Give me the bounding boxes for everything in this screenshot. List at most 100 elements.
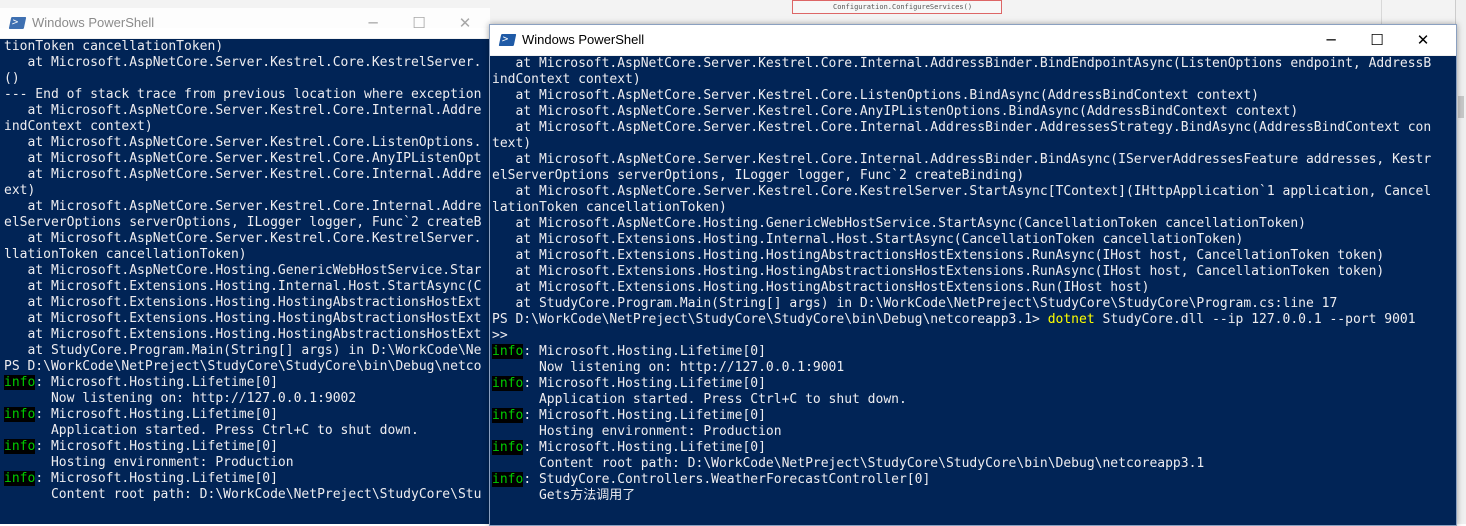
console-line: at Microsoft.Extensions.Hosting.Internal… [492,232,1456,248]
console-line: at Microsoft.AspNetCore.Server.Kestrel.C… [4,167,490,183]
background-scrollbar-thumb[interactable] [1458,96,1464,118]
console-line: Application started. Press Ctrl+C to shu… [492,392,1456,408]
close-button[interactable]: ✕ [1400,25,1446,55]
command-keyword: dotnet [1047,312,1095,327]
close-button[interactable]: ✕ [442,8,488,38]
powershell-window-front[interactable]: > Windows PowerShell ─ ☐ ✕ at Microsoft.… [489,24,1457,526]
console-line: at Microsoft.AspNetCore.Server.Kestrel.C… [4,135,490,151]
console-line: at Microsoft.AspNetCore.Server.Kestrel.C… [492,56,1456,72]
powershell-window-back[interactable]: > Windows PowerShell ─ ☐ ✕ tionToken can… [0,8,490,524]
console-text: Content root path: D:\WorkCode\NetPrejec… [492,456,1205,471]
console-line: at Microsoft.AspNetCore.Server.Kestrel.C… [4,55,490,71]
console-text: : StudyCore.Controllers.WeatherForecastC… [523,472,931,487]
console-line: at Microsoft.Extensions.Hosting.HostingA… [492,280,1456,296]
console-output[interactable]: at Microsoft.AspNetCore.Server.Kestrel.C… [490,56,1456,525]
console-text: text) [492,136,532,151]
console-line: at StudyCore.Program.Main(String[] args)… [4,343,490,359]
console-line: Now listening on: http://127.0.0.1:9001 [492,360,1456,376]
console-line: >> [492,328,1456,344]
console-line: PS D:\WorkCode\NetPreject\StudyCore\Stud… [4,359,490,375]
console-line: at Microsoft.AspNetCore.Server.Kestrel.C… [492,120,1456,136]
background-code-snippet: Configuration.ConfigureServices() [792,0,1002,14]
console-line: Application started. Press Ctrl+C to shu… [4,423,490,439]
console-text: () [4,71,20,86]
console-text: StudyCore.dll --ip 127.0.0.1 --port 9001 [1094,312,1416,327]
console-line: at Microsoft.Extensions.Hosting.HostingA… [492,264,1456,280]
console-line: info: StudyCore.Controllers.WeatherForec… [492,472,1456,488]
console-text: : Microsoft.Hosting.Lifetime[0] [35,375,278,390]
console-line: at Microsoft.Extensions.Hosting.HostingA… [4,327,490,343]
console-text: : Microsoft.Hosting.Lifetime[0] [523,376,766,391]
log-level-label: info [4,407,36,422]
console-text: >> [492,328,508,343]
console-line: tionToken cancellationToken) [4,39,490,55]
console-text: Application started. Press Ctrl+C to shu… [492,392,907,407]
console-text: Now listening on: http://127.0.0.1:9001 [492,360,845,375]
console-text: at StudyCore.Program.Main(String[] args)… [4,343,482,358]
console-line: text) [492,136,1456,152]
console-line: info: Microsoft.Hosting.Lifetime[0] [492,344,1456,360]
console-text: Gets方法调用了 [492,488,636,503]
console-line: at Microsoft.AspNetCore.Server.Kestrel.C… [492,104,1456,120]
minimize-icon: ─ [368,14,378,32]
console-text: at Microsoft.Extensions.Hosting.HostingA… [4,295,482,310]
console-text: PS D:\WorkCode\NetPreject\StudyCore\Stud… [492,312,1048,327]
console-text: at Microsoft.AspNetCore.Server.Kestrel.C… [492,104,1299,119]
console-text: Now listening on: http://127.0.0.1:9002 [4,391,357,406]
console-text: at Microsoft.AspNetCore.Server.Kestrel.C… [4,135,482,150]
maximize-button[interactable]: ☐ [1354,25,1400,55]
console-line: info: Microsoft.Hosting.Lifetime[0] [492,440,1456,456]
minimize-button[interactable]: ─ [1308,25,1354,55]
title-bar[interactable]: > Windows PowerShell ─ ☐ ✕ [490,25,1456,56]
console-text: Hosting environment: Production [4,455,294,470]
console-text: at Microsoft.AspNetCore.Server.Kestrel.C… [4,151,482,166]
console-text: : Microsoft.Hosting.Lifetime[0] [35,407,278,422]
console-text: lationToken cancellationToken) [492,200,727,215]
console-text: at Microsoft.AspNetCore.Hosting.GenericW… [4,263,482,278]
log-level-label: info [492,472,524,487]
maximize-icon: ☐ [412,14,426,32]
console-line: at Microsoft.AspNetCore.Server.Kestrel.C… [4,231,490,247]
console-text: at Microsoft.AspNetCore.Server.Kestrel.C… [492,56,1432,71]
console-line: at Microsoft.Extensions.Hosting.HostingA… [4,311,490,327]
minimize-button[interactable]: ─ [350,8,396,38]
console-line: at Microsoft.AspNetCore.Server.Kestrel.C… [4,103,490,119]
console-line: --- End of stack trace from previous loc… [4,87,490,103]
console-text: llationToken cancellationToken) [4,247,247,262]
console-output[interactable]: tionToken cancellationToken) at Microsof… [0,39,490,524]
console-line: info: Microsoft.Hosting.Lifetime[0] [4,471,490,487]
console-text: at Microsoft.AspNetCore.Server.Kestrel.C… [492,184,1432,199]
console-line: lationToken cancellationToken) [492,200,1456,216]
console-text: at Microsoft.Extensions.Hosting.HostingA… [492,280,1150,295]
console-line: Gets方法调用了 [492,488,1456,504]
powershell-icon: > [498,34,517,46]
console-text: at Microsoft.Extensions.Hosting.Internal… [4,279,482,294]
console-line: ext) [4,183,490,199]
console-text: at Microsoft.AspNetCore.Server.Kestrel.C… [492,152,1432,167]
console-line: Content root path: D:\WorkCode\NetPrejec… [492,456,1456,472]
console-line: at Microsoft.AspNetCore.Server.Kestrel.C… [492,88,1456,104]
console-line: at Microsoft.Extensions.Hosting.Internal… [4,279,490,295]
console-text: at Microsoft.AspNetCore.Server.Kestrel.C… [4,231,482,246]
console-line: Content root path: D:\WorkCode\NetPrejec… [4,487,490,503]
minimize-icon: ─ [1326,31,1336,49]
log-level-label: info [492,408,524,423]
console-text: at StudyCore.Program.Main(String[] args)… [492,296,1338,311]
console-text: at Microsoft.Extensions.Hosting.HostingA… [4,327,482,342]
console-text: : Microsoft.Hosting.Lifetime[0] [523,344,766,359]
maximize-button[interactable]: ☐ [396,8,442,38]
console-line: at Microsoft.AspNetCore.Server.Kestrel.C… [492,152,1456,168]
console-text: at Microsoft.AspNetCore.Server.Kestrel.C… [492,88,1260,103]
close-icon: ✕ [1416,31,1430,49]
console-text: --- End of stack trace from previous loc… [4,87,482,102]
console-line: indContext context) [4,119,490,135]
title-bar[interactable]: > Windows PowerShell ─ ☐ ✕ [0,8,490,39]
console-text: Application started. Press Ctrl+C to shu… [4,423,419,438]
console-text: : Microsoft.Hosting.Lifetime[0] [35,439,278,454]
console-text: at Microsoft.Extensions.Hosting.HostingA… [492,248,1385,263]
console-text: at Microsoft.Extensions.Hosting.HostingA… [492,264,1385,279]
console-line: at Microsoft.AspNetCore.Server.Kestrel.C… [4,199,490,215]
console-text: : Microsoft.Hosting.Lifetime[0] [523,408,766,423]
console-text: at Microsoft.AspNetCore.Server.Kestrel.C… [492,120,1432,135]
